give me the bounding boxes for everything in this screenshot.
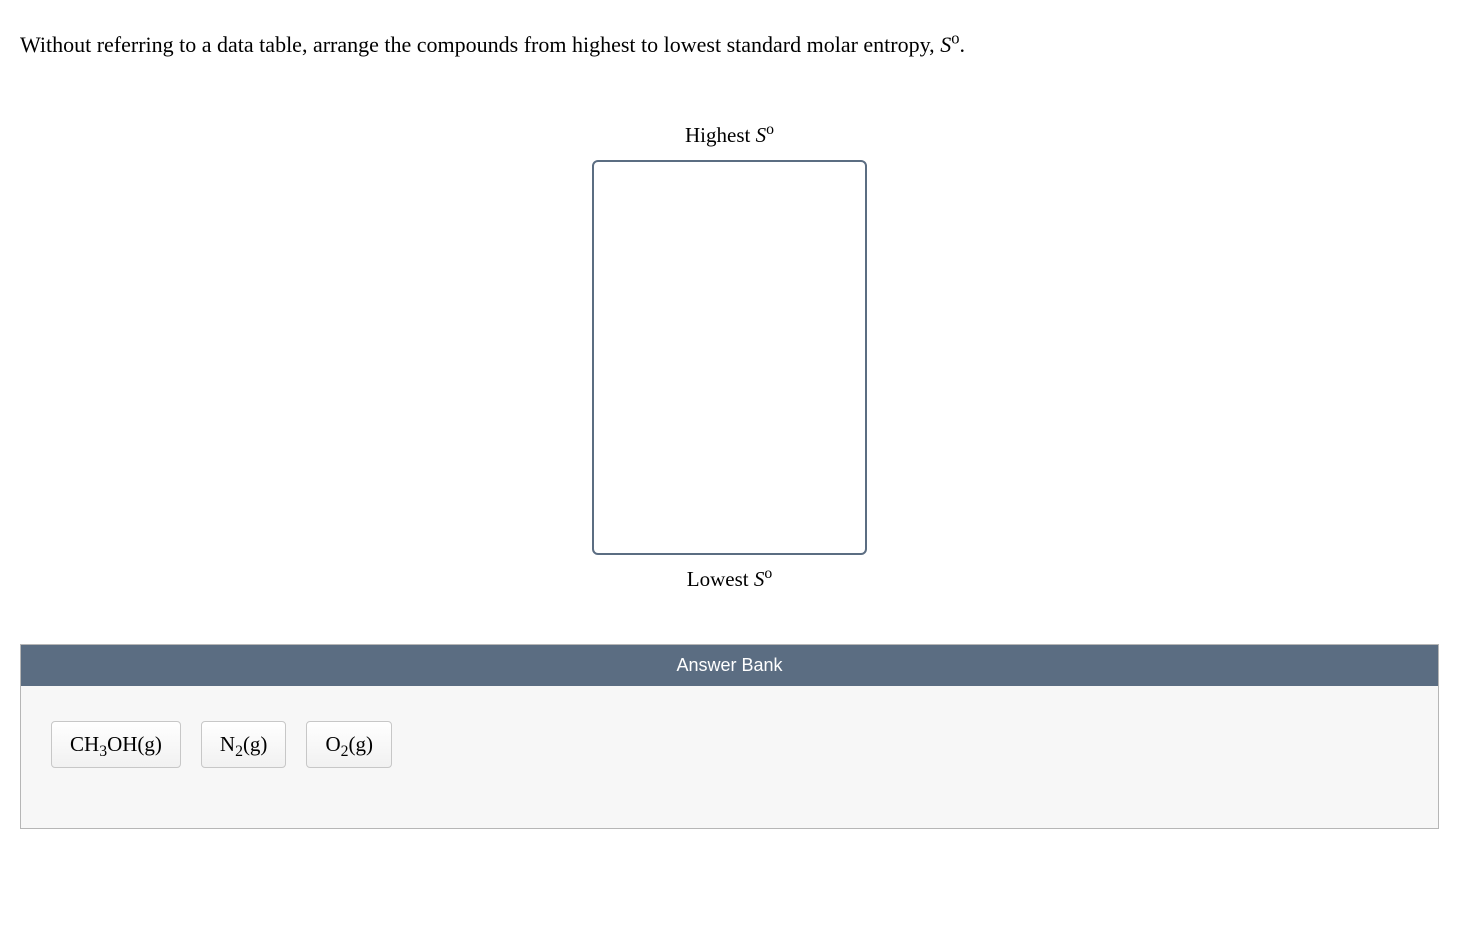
lowest-symbol: S [754, 567, 765, 591]
answer-bank-header: Answer Bank [21, 645, 1438, 686]
highest-prefix: Highest [685, 123, 756, 147]
ranking-area: Highest So Lowest So [20, 111, 1439, 604]
question-text: Without referring to a data table, arran… [20, 30, 1439, 61]
answer-bank-items: CH3OH(g) N2(g) O2(g) [21, 686, 1438, 828]
formula-part: CH [70, 732, 99, 756]
formula-part: (g) [243, 732, 268, 756]
highest-super: o [766, 121, 774, 138]
lowest-super: o [764, 565, 772, 582]
formula-sub: 2 [235, 743, 243, 760]
formula-part: O [325, 732, 340, 756]
lowest-prefix: Lowest [687, 567, 754, 591]
question-prefix: Without referring to a data table, arran… [20, 32, 940, 57]
formula-sub: 3 [99, 743, 107, 760]
formula-part: (g) [348, 732, 373, 756]
bank-item-n2[interactable]: N2(g) [201, 721, 287, 768]
highest-symbol: S [756, 123, 767, 147]
highest-label: Highest So [685, 123, 774, 148]
bank-item-ch3oh[interactable]: CH3OH(g) [51, 721, 181, 768]
formula-part: N [220, 732, 235, 756]
drop-zone[interactable] [592, 160, 867, 555]
question-symbol: S [940, 32, 951, 57]
question-suffix: . [959, 32, 965, 57]
formula-part: OH(g) [107, 732, 162, 756]
answer-bank: Answer Bank CH3OH(g) N2(g) O2(g) [20, 644, 1439, 829]
lowest-label: Lowest So [687, 567, 772, 592]
bank-item-o2[interactable]: O2(g) [306, 721, 392, 768]
